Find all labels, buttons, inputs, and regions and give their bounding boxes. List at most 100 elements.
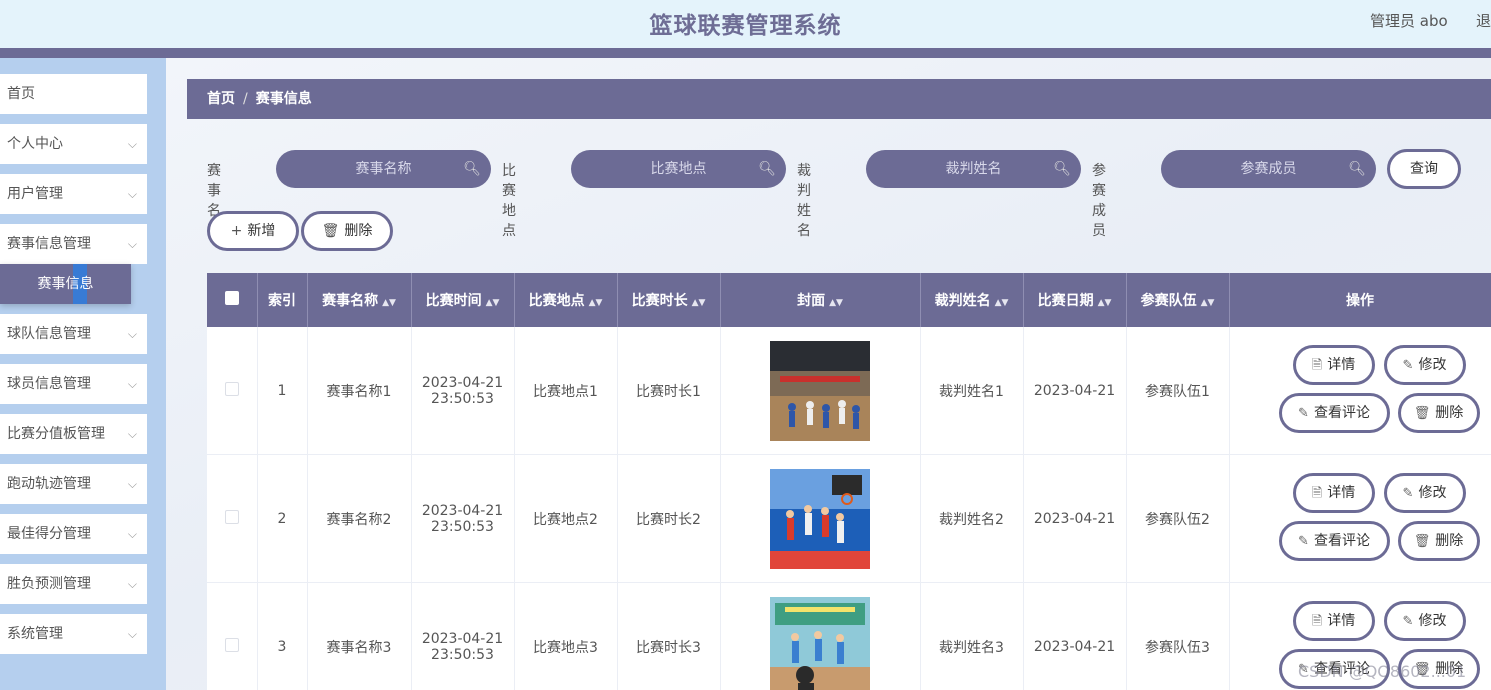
view-comments-button[interactable]: ✎ 查看评论 <box>1278 521 1390 561</box>
search-input-location[interactable]: 比赛地点 🔍︎ <box>571 150 786 188</box>
sidebar-subitem-label: 赛事信息 <box>37 276 94 292</box>
column-header-duration[interactable]: 比赛时长 ▲▼ <box>617 273 721 327</box>
view-comments-button[interactable]: ✎ 查看评论 <box>1278 393 1390 433</box>
search-placeholder: 裁判姓名 <box>945 161 1002 177</box>
column-header-name[interactable]: 赛事名称 ▲▼ <box>307 273 412 327</box>
column-header-label: 比赛日期 <box>1037 293 1094 309</box>
sidebar-item-event-management[interactable]: 赛事信息管理 ⌵ <box>0 224 147 264</box>
row-select-cell <box>207 327 258 455</box>
sidebar-item-trajectory-management[interactable]: 跑动轨迹管理 ⌵ <box>0 464 147 504</box>
column-header-referee[interactable]: 裁判姓名 ▲▼ <box>920 273 1024 327</box>
sidebar-item-personal-center[interactable]: 个人中心 ⌵ <box>0 124 147 164</box>
chevron-down-icon: ⌵ <box>127 187 137 201</box>
edit-button[interactable]: ✎ 修改 <box>1383 345 1466 385</box>
cell-team: 参赛队伍2 <box>1126 454 1230 583</box>
column-header-label: 封面 <box>797 293 826 309</box>
sidebar-item-team-management[interactable]: 球队信息管理 ⌵ <box>0 314 147 354</box>
select-all-checkbox[interactable] <box>224 291 239 305</box>
add-button-label: 新增 <box>247 223 276 239</box>
row-select-cell <box>207 454 258 583</box>
delete-button[interactable]: 🗑︎ 删除 <box>1397 393 1480 433</box>
cover-image-3x3-basketball[interactable] <box>770 468 870 569</box>
cell-date: 2023-04-21 <box>1023 582 1127 690</box>
search-placeholder: 比赛地点 <box>650 161 707 177</box>
sort-icon[interactable]: ▲▼ <box>382 298 396 308</box>
row-checkbox[interactable] <box>224 637 239 652</box>
sort-icon[interactable]: ▲▼ <box>692 298 706 308</box>
view-comments-label: 查看评论 <box>1313 405 1370 421</box>
sort-icon[interactable]: ▲▼ <box>829 298 843 308</box>
delete-button[interactable]: 🗑︎ 删除 <box>1397 521 1480 561</box>
column-header-date[interactable]: 比赛日期 ▲▼ <box>1023 273 1127 327</box>
sidebar-item-label: 比赛分值板管理 <box>7 426 105 442</box>
chevron-down-icon: ⌵ <box>127 627 137 641</box>
sidebar-item-system-management[interactable]: 系统管理 ⌵ <box>0 614 147 654</box>
query-button[interactable]: 查询 <box>1387 149 1461 189</box>
chevron-down-icon: ⌵ <box>127 377 137 391</box>
cell-location: 比赛地点2 <box>514 454 618 583</box>
edit-button[interactable]: ✎ 修改 <box>1383 473 1466 513</box>
cell-time-clock: 23:50:53 <box>431 646 494 663</box>
pencil-icon: ✎ <box>1402 614 1414 629</box>
sidebar-item-scoreboard-management[interactable]: 比赛分值板管理 ⌵ <box>0 414 147 454</box>
edit-button[interactable]: ✎ 修改 <box>1383 601 1466 641</box>
cell-time: 2023-04-21 23:50:53 <box>411 327 515 455</box>
breadcrumb-current: 赛事信息 <box>255 91 312 107</box>
edit-button-label: 修改 <box>1418 485 1447 501</box>
trash-icon: 🗑︎ <box>1413 406 1431 421</box>
detail-button[interactable]: 🗎︎ 详情 <box>1292 345 1375 385</box>
sort-icon[interactable]: ▲▼ <box>486 298 500 308</box>
sidebar-item-player-management[interactable]: 球员信息管理 ⌵ <box>0 364 147 404</box>
search-input-event-name[interactable]: 赛事名称 🔍︎ <box>276 150 491 188</box>
edit-button-label: 修改 <box>1418 613 1447 629</box>
detail-button[interactable]: 🗎︎ 详情 <box>1292 473 1375 513</box>
cover-image-basketball-arena[interactable] <box>770 340 870 441</box>
column-header-location[interactable]: 比赛地点 ▲▼ <box>514 273 618 327</box>
chevron-down-icon: ⌵ <box>127 577 137 591</box>
sidebar-item-best-score-management[interactable]: 最佳得分管理 ⌵ <box>0 514 147 554</box>
row-checkbox[interactable] <box>224 509 239 524</box>
column-header-time[interactable]: 比赛时间 ▲▼ <box>411 273 515 327</box>
breadcrumb-separator: / <box>243 91 248 107</box>
search-input-referee[interactable]: 裁判姓名 🔍︎ <box>866 150 1081 188</box>
search-input-members[interactable]: 参赛成员 🔍︎ <box>1161 150 1376 188</box>
add-button[interactable]: + 新增 <box>207 211 299 251</box>
sort-icon[interactable]: ▲▼ <box>1201 298 1215 308</box>
document-icon: 🗎︎ <box>1311 358 1323 373</box>
cover-image-youth-basketball[interactable] <box>770 596 870 690</box>
sort-icon[interactable]: ▲▼ <box>1098 298 1112 308</box>
sidebar-item-home[interactable]: 首页 <box>0 74 147 114</box>
detail-button[interactable]: 🗎︎ 详情 <box>1292 601 1375 641</box>
chevron-down-icon: ⌵ <box>127 427 137 441</box>
breadcrumb-home[interactable]: 首页 <box>207 91 235 107</box>
column-header-label: 裁判姓名 <box>934 293 991 309</box>
cell-cover <box>720 327 921 455</box>
cell-duration: 比赛时长2 <box>617 454 721 583</box>
chevron-down-icon: ⌵ <box>127 137 137 151</box>
pencil-icon: ✎ <box>1402 486 1414 501</box>
column-header-label: 赛事名称 <box>322 293 379 309</box>
column-header-cover[interactable]: 封面 ▲▼ <box>720 273 921 327</box>
row-checkbox[interactable] <box>224 381 239 396</box>
logout-link[interactable]: 退出登录 <box>1476 10 1491 31</box>
plus-icon: + <box>230 223 243 239</box>
sidebar-item-user-management[interactable]: 用户管理 ⌵ <box>0 174 147 214</box>
sidebar-item-prediction-management[interactable]: 胜负预测管理 ⌵ <box>0 564 147 604</box>
chevron-down-icon: ⌵ <box>127 327 137 341</box>
column-header-team[interactable]: 参赛队伍 ▲▼ <box>1126 273 1230 327</box>
cell-referee: 裁判姓名1 <box>920 327 1024 455</box>
table-row: 2 赛事名称2 2023-04-2123:50:53 比赛地点2 比赛时长2 <box>207 454 1491 583</box>
search-icon: 🔍︎ <box>758 161 776 177</box>
column-header-index: 索引 <box>257 273 308 327</box>
app-title: 篮球联赛管理系统 <box>649 13 842 39</box>
trash-icon: 🗑︎ <box>321 223 340 239</box>
column-header-label: 操作 <box>1346 293 1374 309</box>
search-icon: 🔍︎ <box>1348 161 1366 177</box>
cell-index: 2 <box>257 454 308 583</box>
sidebar-subitem-event-info[interactable]: 赛事信息 <box>0 264 131 304</box>
batch-delete-button[interactable]: 🗑︎ 删除 <box>301 211 393 251</box>
column-header-label: 比赛地点 <box>528 293 585 309</box>
select-all-cell <box>207 273 258 327</box>
sort-icon[interactable]: ▲▼ <box>995 298 1009 308</box>
sort-icon[interactable]: ▲▼ <box>589 298 603 308</box>
